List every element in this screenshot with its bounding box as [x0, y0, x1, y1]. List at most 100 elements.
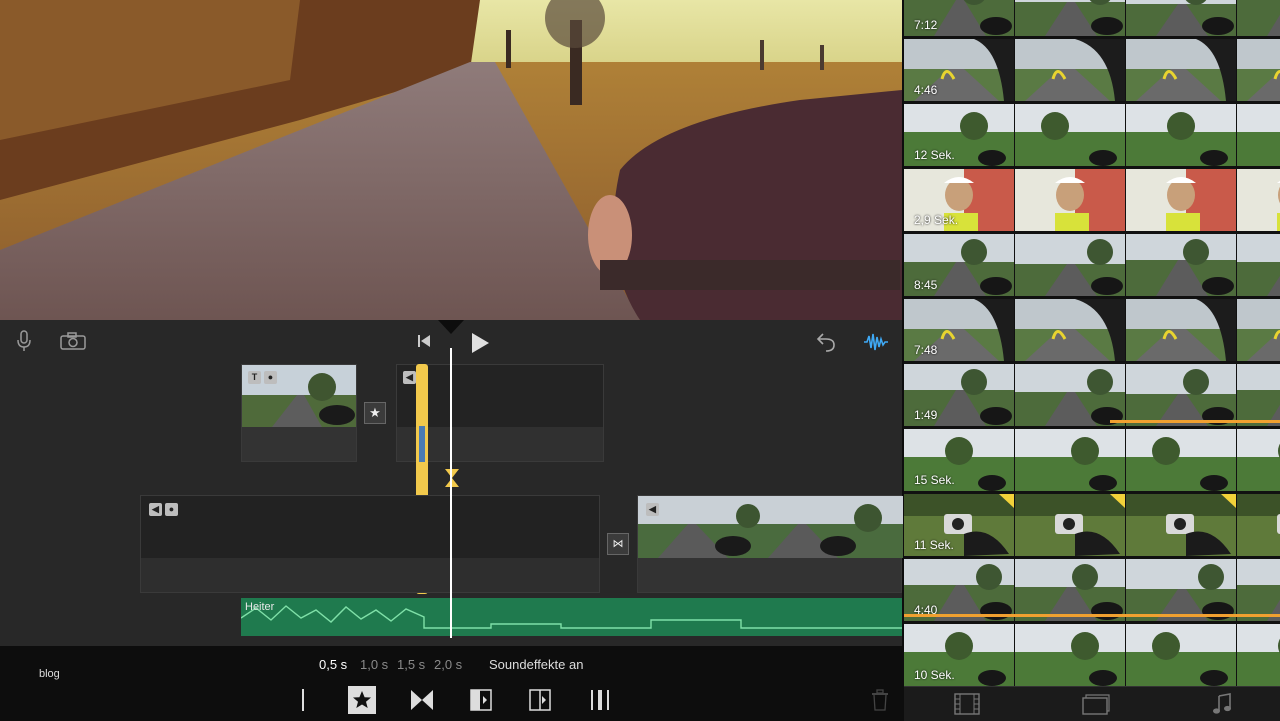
clip-thumbnail	[638, 496, 903, 558]
playhead-marker	[438, 320, 464, 334]
speed-option-1-5[interactable]: 1,5 s	[397, 657, 425, 672]
play-icon[interactable]	[470, 332, 490, 359]
media-clip-thumbnail	[1015, 624, 1125, 686]
media-clip-thumbnail	[1126, 429, 1236, 491]
undo-icon[interactable]	[814, 332, 836, 357]
media-clip-thumbnail	[1237, 234, 1280, 296]
clip-duration-label: 1:49	[914, 408, 938, 422]
fade-transition-button[interactable]	[586, 686, 614, 714]
volume-badge-icon: ◀	[149, 503, 162, 516]
video-preview[interactable]	[0, 0, 902, 320]
media-clip-thumbnail	[1126, 234, 1236, 296]
skip-back-icon[interactable]	[417, 334, 431, 353]
music-clip-label: Heiter	[245, 601, 275, 613]
clip-duration-label: 10 Sek.	[914, 668, 955, 682]
music-waveform	[241, 605, 902, 629]
media-clip-thumbnail	[1237, 559, 1280, 621]
media-clip-thumbnail	[1237, 364, 1280, 426]
clip-duration-label: 15 Sek.	[914, 473, 955, 487]
media-clip-thumbnail	[1015, 364, 1125, 426]
clip-duration-label: 8:45	[914, 278, 938, 292]
media-clip-thumbnail	[1015, 104, 1125, 166]
media-clip-thumbnail	[1015, 234, 1125, 296]
clip-audio-track	[638, 558, 901, 592]
timeline-clip[interactable]: ◀	[637, 495, 903, 593]
media-clip-thumbnail	[1237, 429, 1280, 491]
media-clip-thumbnail	[1237, 624, 1280, 686]
music-note-icon[interactable]	[1212, 693, 1238, 715]
media-clip-row[interactable]: 10 Sek.	[904, 624, 1280, 686]
camera-icon[interactable]	[60, 332, 86, 355]
timeline-clip[interactable]: ◀ ●	[140, 495, 600, 593]
media-browser[interactable]: 7:12 4:46 12 Sek. 2,9 Sek. 8:45 7:48 1:49 15 Se…	[904, 0, 1280, 686]
clip-duration-label: 12 Sek.	[914, 148, 955, 162]
clip-audio-track	[242, 427, 356, 461]
timeline-clip[interactable]: T ●	[241, 364, 357, 462]
audio-waveform-icon[interactable]	[864, 332, 888, 357]
no-transition-button[interactable]	[289, 686, 317, 714]
background-music-track[interactable]: Heiter	[241, 598, 902, 636]
media-clip-row[interactable]: 4:40	[904, 559, 1280, 621]
media-clip-row[interactable]: 12 Sek.	[904, 104, 1280, 166]
clip-duration-label: 4:46	[914, 83, 938, 97]
title-badge-icon: T	[248, 371, 261, 384]
media-browser-tabs	[904, 686, 1280, 721]
used-in-project-marker	[904, 614, 1280, 617]
media-clip-thumbnail	[1126, 494, 1236, 556]
volume-badge-icon: ◀	[403, 371, 416, 384]
media-clip-row[interactable]: 15 Sek.	[904, 429, 1280, 491]
media-clip-row[interactable]: 11 Sek.	[904, 494, 1280, 556]
media-clip-thumbnail	[1126, 0, 1236, 36]
media-clip-thumbnail	[1126, 624, 1236, 686]
media-clip-thumbnail	[1015, 39, 1125, 101]
speed-option-0-5[interactable]: 0,5 s	[319, 657, 347, 672]
photos-icon[interactable]	[1082, 693, 1110, 715]
media-clip-thumbnail	[1237, 39, 1280, 101]
trash-icon[interactable]	[866, 686, 894, 714]
transition-star-button[interactable]: ★	[364, 402, 386, 424]
clip-audio-track	[141, 558, 599, 592]
media-clip-row[interactable]: 7:48	[904, 299, 1280, 361]
transition-cross-button[interactable]: ⋈	[607, 533, 629, 555]
volume-badge-icon: ●	[264, 371, 277, 384]
media-clip-thumbnail	[1015, 299, 1125, 361]
speed-option-2-0[interactable]: 2,0 s	[434, 657, 462, 672]
media-clip-thumbnail	[1237, 0, 1280, 36]
timeline-panel[interactable]: T ● ★ ◀ ◀ ● ⋈ ◀ Heiter	[0, 320, 903, 646]
media-clip-row[interactable]: 4:46	[904, 39, 1280, 101]
media-clip-thumbnail	[1126, 364, 1236, 426]
media-clip-row[interactable]: 8:45	[904, 234, 1280, 296]
media-clip-thumbnail	[1126, 299, 1236, 361]
microphone-icon[interactable]	[16, 330, 32, 357]
media-clip-thumbnail	[1237, 299, 1280, 361]
media-clip-thumbnail	[1237, 494, 1280, 556]
hourglass-split-icon[interactable]	[444, 468, 460, 493]
film-icon[interactable]	[954, 693, 980, 715]
clip-duration-label: 11 Sek.	[914, 538, 954, 552]
media-clip-thumbnail	[1015, 429, 1125, 491]
media-clip-thumbnail	[1237, 169, 1280, 231]
slide-transition-button[interactable]	[467, 686, 495, 714]
media-clip-thumbnail	[1126, 169, 1236, 231]
trim-handle-grip	[419, 426, 425, 462]
media-clip-thumbnail	[1015, 559, 1125, 621]
wipe-transition-button[interactable]	[526, 686, 554, 714]
media-clip-thumbnail	[1126, 104, 1236, 166]
star-transition-button[interactable]	[348, 686, 376, 714]
preview-frame-image	[0, 0, 902, 320]
cross-dissolve-button[interactable]	[408, 686, 436, 714]
speed-option-1-0[interactable]: 1,0 s	[360, 657, 388, 672]
media-clip-row[interactable]: 2,9 Sek.	[904, 169, 1280, 231]
media-clip-row[interactable]: 7:12	[904, 0, 1280, 36]
media-clip-thumbnail	[1015, 0, 1125, 36]
media-clip-thumbnail	[1015, 169, 1125, 231]
clip-duration-label: 7:12	[914, 18, 938, 32]
sound-effects-toggle[interactable]: Soundeffekte an	[489, 657, 583, 672]
clip-duration-label: 7:48	[914, 343, 938, 357]
media-clip-row[interactable]: 1:49	[904, 364, 1280, 426]
volume-badge-icon: ◀	[646, 503, 659, 516]
project-name: blog	[39, 668, 60, 680]
media-clip-thumbnail	[1015, 494, 1125, 556]
media-clip-thumbnail	[1237, 104, 1280, 166]
speed-badge-icon: ●	[165, 503, 178, 516]
